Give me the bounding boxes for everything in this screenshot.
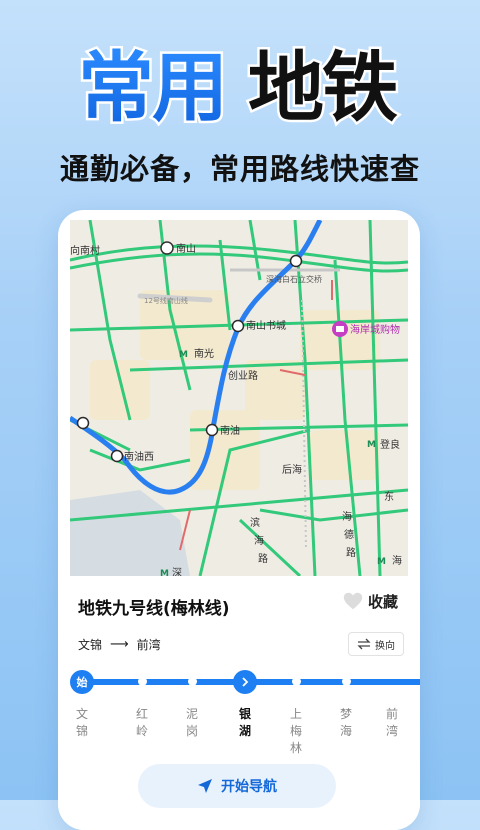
switch-direction-button[interactable]: 换向	[348, 632, 404, 656]
hero-title-accent: 常用	[78, 43, 226, 132]
map-label-dengliang: 登良	[380, 438, 400, 451]
direction-from: 文锦	[78, 638, 103, 652]
map-label-dong: 东	[384, 490, 394, 503]
hero-subtitle: 通勤必备，常用路线快速查	[59, 152, 420, 186]
phone-card: M M M M 向南村 南山 12号线南山线 深海白石立交桥 南山书城 海岸城购…	[58, 210, 420, 830]
hero-title: 常用 地铁	[0, 30, 480, 140]
map-label-binhai3: 路	[258, 552, 268, 565]
chevron-right-icon	[242, 677, 249, 687]
station-item[interactable]: 梦海	[336, 706, 356, 740]
map-label-chuangye: 创业路	[228, 369, 258, 382]
map-label-houhai-road1: 海	[342, 510, 352, 523]
start-navigation-label: 开始导航	[221, 779, 277, 795]
station-dot	[138, 677, 147, 686]
map-label-houhai-road3: 路	[346, 546, 356, 559]
station-item[interactable]: 前湾	[382, 706, 402, 740]
map-label-binhai2: 海	[254, 534, 264, 547]
metro-map[interactable]: M M M M 向南村 南山 12号线南山线 深海白石立交桥 南山书城 海岸城购…	[70, 220, 408, 576]
map-label-bookcity: 南山书城	[246, 319, 286, 332]
direction-to: 前湾	[136, 638, 161, 652]
station-dot	[292, 677, 301, 686]
station-item[interactable]: 文锦	[72, 706, 92, 740]
direction-row: 文锦 ⟶ 前湾	[78, 636, 161, 653]
svg-text:M: M	[377, 557, 386, 567]
map-label-nanshan: 南山	[176, 242, 196, 255]
station-item[interactable]: 上梅林	[286, 706, 306, 757]
start-navigation-button[interactable]: 开始导航	[138, 764, 336, 808]
station-dot	[188, 677, 197, 686]
station-item[interactable]: 泥岗	[182, 706, 202, 740]
direction-arrow: ⟶	[110, 637, 129, 652]
map-label-nanyouxi: 南油西	[124, 450, 154, 463]
favorite-label: 收藏	[367, 592, 398, 611]
hero-title-main: 地铁	[248, 43, 398, 132]
switch-direction-label: 换向	[375, 640, 395, 652]
map-label-nancun: 向南村	[70, 244, 100, 257]
map-label-hai: 海	[392, 554, 402, 567]
map-label-interchange: 深海白石立交桥	[266, 274, 322, 284]
hero-title-graphic: 常用 地铁	[76, 41, 403, 135]
swap-arrows-icon	[357, 638, 371, 650]
navigation-arrow-icon	[198, 779, 212, 793]
line-name: 地铁九号线(梅林线)	[78, 599, 230, 619]
map-label-nanguang: 南光	[194, 347, 214, 360]
map-label-shen: 深	[172, 567, 182, 576]
svg-text:M: M	[179, 350, 188, 360]
svg-text:M: M	[367, 440, 376, 450]
map-label-houhai-road2: 德	[344, 528, 354, 541]
map-label-houhai: 后海	[282, 463, 302, 476]
start-badge: 始	[70, 670, 94, 694]
map-label-binhai: 滨	[250, 516, 260, 529]
map-canvas[interactable]: M M M M 向南村 南山 12号线南山线 深海白石立交桥 南山书城 海岸城购…	[70, 220, 408, 576]
station-item[interactable]: 红岭	[132, 706, 152, 740]
station-item-current[interactable]: 银湖	[235, 706, 255, 740]
map-label-line12: 12号线南山线	[144, 296, 188, 305]
map-label-nanyou: 南油	[220, 424, 240, 437]
heart-icon	[343, 592, 363, 610]
svg-text:M: M	[160, 569, 169, 576]
map-label-mall: 海岸城购物	[350, 323, 400, 336]
current-station-marker	[233, 670, 257, 694]
station-dot	[342, 677, 351, 686]
line-detail-sheet: 地铁九号线(梅林线) 收藏 文锦 ⟶ 前湾 换向 始 文锦 红岭 泥岗 银湖 上…	[58, 576, 420, 830]
favorite-button[interactable]: 收藏	[342, 590, 398, 612]
